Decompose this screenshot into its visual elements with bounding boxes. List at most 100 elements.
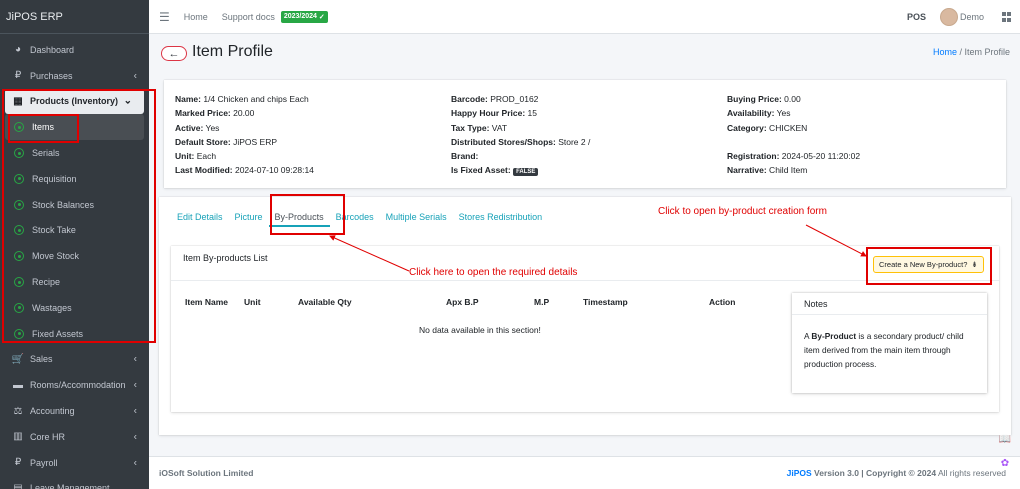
bed-icon: ▬ xyxy=(13,379,23,391)
info-key: Category: xyxy=(727,122,767,133)
info-row: Default Store: JiPOS ERP xyxy=(175,135,314,149)
info-value: 0.00 xyxy=(781,94,801,104)
column-header: Unit xyxy=(244,297,261,307)
notes-body: A By-Product is a secondary product/ chi… xyxy=(792,315,987,371)
apps-grid-icon[interactable] xyxy=(1002,12,1012,22)
topbar-right: POS Demo xyxy=(907,0,1012,34)
footer: iOSoft Solution Limited JiPOS Version 3.… xyxy=(149,456,1020,489)
chevron-left-icon: ‹ xyxy=(133,457,137,469)
floating-icons: 📖 ✿ xyxy=(998,432,1012,470)
tab-multiple-serials[interactable]: Multiple Serials xyxy=(380,209,453,227)
info-row: Brand: xyxy=(451,149,590,163)
page-title: Item Profile xyxy=(192,43,273,60)
info-key: Last Modified: xyxy=(175,165,233,176)
sidebar-item-label: Accounting xyxy=(30,406,75,417)
info-value: 2024-05-20 11:20:02 xyxy=(779,151,861,162)
info-column-1: Name: 1/4 Chicken and chips Each Marked P… xyxy=(175,92,314,178)
info-row xyxy=(727,135,860,149)
info-value: 2024-07-10 09:28:14 xyxy=(232,165,314,176)
user-name[interactable]: Demo xyxy=(960,12,984,22)
breadcrumb-current: Item Profile xyxy=(964,47,1010,57)
notes-title: Notes xyxy=(792,293,987,315)
support-docs-link[interactable]: Support docs xyxy=(222,12,275,22)
chevron-left-icon: ‹ xyxy=(133,405,137,417)
column-header: Item Name xyxy=(185,297,228,307)
breadcrumb-home[interactable]: Home xyxy=(933,47,957,57)
sidebar-item-sales[interactable]: 🛒 Sales ‹ xyxy=(0,347,149,373)
sidebar-item-label: Core HR xyxy=(30,431,66,442)
back-button[interactable]: ← xyxy=(161,46,187,61)
info-key: Happy Hour Price: xyxy=(451,108,526,119)
chevron-left-icon: ‹ xyxy=(133,70,137,82)
info-key: Barcode: xyxy=(451,94,488,104)
annotation-tab-hint: Click here to open the required details xyxy=(409,267,578,278)
scale-icon: ⚖ xyxy=(13,405,23,417)
sidebar-item-dashboard[interactable]: ◕ Dashboard xyxy=(0,37,149,63)
ruble-icon: ₽ xyxy=(14,70,22,82)
info-key: Default Store: xyxy=(175,136,231,147)
annotation-box-items xyxy=(8,114,79,143)
chevron-left-icon: ‹ xyxy=(133,379,137,391)
breadcrumb: Home / Item Profile xyxy=(933,47,1010,57)
cart-icon: 🛒 xyxy=(11,353,25,365)
pos-link[interactable]: POS xyxy=(907,12,926,22)
page-header: ← Item Profile Home / Item Profile xyxy=(149,34,1020,72)
info-row: Name: 1/4 Chicken and chips Each xyxy=(175,92,314,106)
tab-stores-redistribution[interactable]: Stores Redistribution xyxy=(453,209,549,227)
book-icon[interactable]: 📖 xyxy=(998,432,1012,446)
column-header: Apx B.P xyxy=(446,297,479,307)
sidebar-item-rooms-accommodation[interactable]: ▬ Rooms/Accommodation ‹ xyxy=(0,372,149,398)
info-value: Yes xyxy=(774,108,791,119)
empty-state: No data available in this section! xyxy=(419,325,541,335)
avatar[interactable] xyxy=(939,8,958,26)
info-column-3: Buying Price: 0.00 Availability: Yes Categ… xyxy=(727,92,860,178)
info-value: VAT xyxy=(489,122,508,133)
arrow-left-icon: ← xyxy=(168,47,180,60)
footer-rights: All rights reserved xyxy=(936,468,1006,478)
sidebar-item-label: Rooms/Accommodation xyxy=(30,380,126,391)
sidebar-item-core-hr[interactable]: ▥ Core HR ‹ xyxy=(0,424,149,450)
sidebar-item-leave-management[interactable]: ▤ Leave Management xyxy=(0,476,149,489)
footer-brand[interactable]: JiPOS xyxy=(787,468,812,478)
fiscal-year-badge[interactable]: 2023/2024 ✓ xyxy=(280,10,328,23)
sidebar-item-accounting[interactable]: ⚖ Accounting ‹ xyxy=(0,398,149,424)
info-key: Is Fixed Asset: xyxy=(451,165,511,176)
info-value: Child Item xyxy=(766,165,808,176)
sidebar-item-payroll[interactable]: ₽ Payroll ‹ xyxy=(0,450,149,476)
sidebar-item-purchases[interactable]: ₽ Purchases ‹ xyxy=(0,63,149,89)
annotation-box-tab xyxy=(270,194,345,235)
column-header: Timestamp xyxy=(583,297,628,307)
sidebar-item-label: Dashboard xyxy=(30,44,75,55)
info-row: Narrative: Child Item xyxy=(727,163,860,177)
info-value: 15 xyxy=(525,108,537,119)
info-key: Tax Type: xyxy=(451,122,490,133)
top-home-link[interactable]: Home xyxy=(184,12,208,22)
info-value: PROD_0162 xyxy=(487,94,539,104)
info-key: Unit: xyxy=(175,151,195,162)
info-key: Active: xyxy=(175,122,204,133)
footer-copyright: JiPOS Version 3.0 | Copyright © 2024 All… xyxy=(787,468,1006,478)
info-value: Yes xyxy=(203,122,220,133)
topbar: ☰ Home Support docs 2023/2024 ✓ POS Demo xyxy=(149,0,1020,34)
brand-logo[interactable]: JiPOS ERP xyxy=(0,0,149,34)
footer-version: Version 3.0 | Copyright © 2024 xyxy=(811,468,937,478)
info-row: Unit: Each xyxy=(175,149,314,163)
info-key: Brand: xyxy=(451,151,479,162)
info-row: Availability: Yes xyxy=(727,106,860,120)
menu-toggle-icon[interactable]: ☰ xyxy=(159,10,170,24)
sidebar-item-label: Purchases xyxy=(30,70,73,81)
tab-bar: Edit Details Picture By-Products Barcodes Mu… xyxy=(171,209,548,227)
palette-icon[interactable]: ✿ xyxy=(998,456,1012,470)
byproducts-title: Item By-products List xyxy=(183,253,268,263)
annotation-create-hint: Click to open by-product creation form xyxy=(658,206,827,217)
info-key: Buying Price: xyxy=(727,94,782,104)
info-row: Happy Hour Price: 15 xyxy=(451,106,590,120)
info-value: 20.00 xyxy=(230,108,255,119)
item-info-card: Name: 1/4 Chicken and chips Each Marked P… xyxy=(164,80,1006,188)
tab-picture[interactable]: Picture xyxy=(229,209,269,227)
sidebar-item-label: Leave Management xyxy=(30,483,110,489)
annotation-box-create xyxy=(866,247,992,285)
column-header: M.P xyxy=(534,297,550,307)
column-header: Action xyxy=(709,297,736,307)
tab-edit-details[interactable]: Edit Details xyxy=(171,209,229,227)
